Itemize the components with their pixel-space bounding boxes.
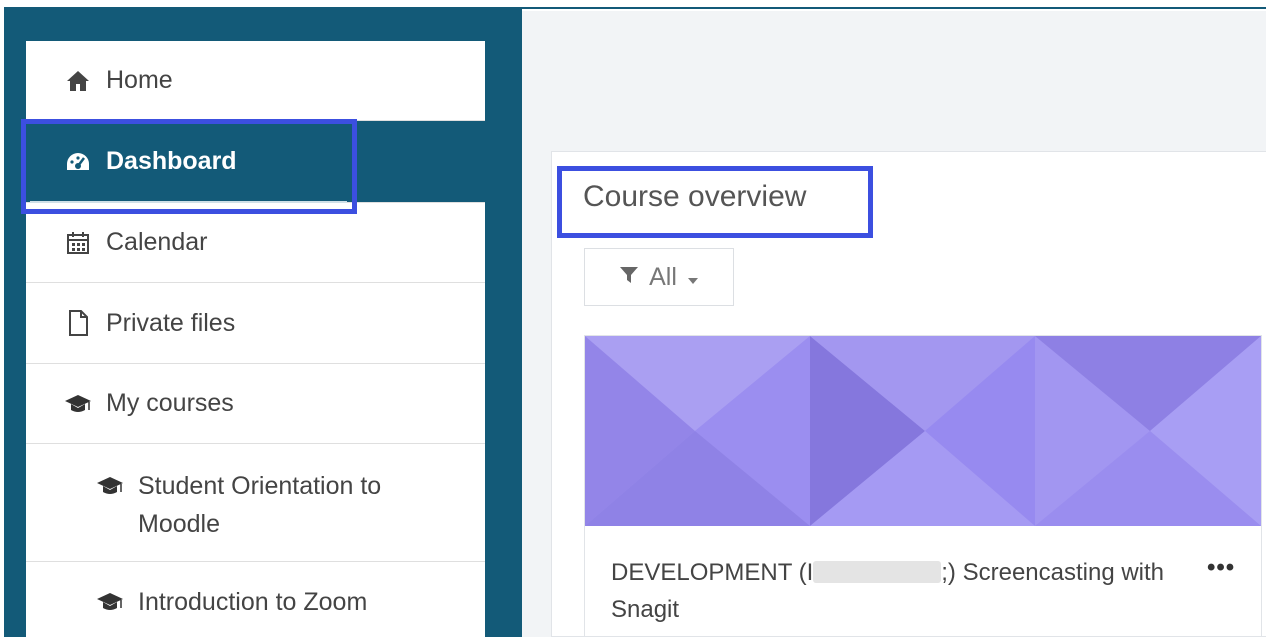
- graduation-cap-icon: [96, 472, 124, 500]
- more-options-button[interactable]: •••: [1207, 554, 1235, 582]
- filter-icon: [619, 263, 639, 292]
- nav-item-label: Calendar: [106, 228, 208, 256]
- nav-item-calendar[interactable]: Calendar: [26, 203, 485, 283]
- dashboard-highlight-box: [21, 119, 357, 214]
- nav-item-intro-zoom[interactable]: Introduction to Zoom: [26, 562, 485, 642]
- top-border: [0, 0, 1266, 9]
- course-name-link[interactable]: DEVELOPMENT (I;) Screencasting with Snag…: [611, 554, 1171, 628]
- course-pattern-image: [585, 336, 1261, 526]
- calendar-icon: [64, 229, 92, 257]
- nav-item-my-courses[interactable]: My courses: [26, 364, 485, 444]
- home-icon: [64, 67, 92, 95]
- course-card[interactable]: DEVELOPMENT (I;) Screencasting with Snag…: [584, 335, 1262, 637]
- nav-item-home[interactable]: Home: [26, 41, 485, 121]
- nav-item-label: My courses: [106, 389, 234, 417]
- nav-item-private-files[interactable]: Private files: [26, 283, 485, 364]
- course-image[interactable]: [585, 336, 1261, 526]
- graduation-cap-icon: [96, 588, 124, 616]
- nav-item-label: Introduction to Zoom: [138, 588, 368, 616]
- nav-item-label: Private files: [106, 308, 236, 337]
- filter-dropdown-button[interactable]: All: [584, 248, 734, 306]
- nav-item-student-orientation[interactable]: Student Orientation to Moodle: [26, 444, 485, 562]
- course-overview-highlight-box: [557, 166, 873, 238]
- nav-drawer: Home Dashboard Calendar Private files My: [4, 9, 522, 642]
- course-name-prefix: DEVELOPMENT (I: [611, 559, 814, 586]
- redacted-text: [813, 561, 942, 583]
- file-icon: [64, 309, 92, 337]
- nav-item-label: Home: [106, 66, 173, 94]
- graduation-cap-icon: [64, 390, 92, 418]
- filter-label: All: [649, 262, 677, 291]
- nav-item-label: Student Orientation to Moodle: [138, 472, 382, 538]
- caret-down-icon: [687, 263, 699, 292]
